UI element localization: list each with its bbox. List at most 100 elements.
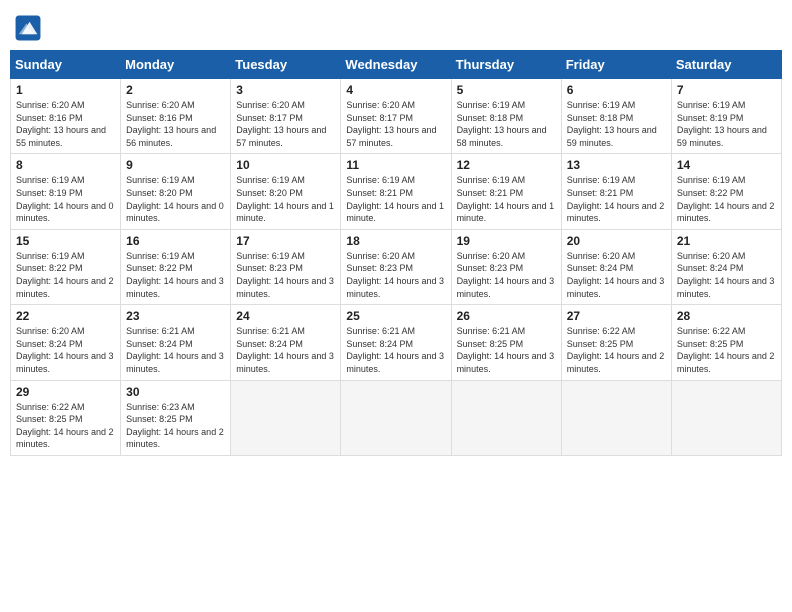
day-number: 9 <box>126 158 225 172</box>
table-row: 25 Sunrise: 6:21 AMSunset: 8:24 PMDayligh… <box>341 305 451 380</box>
calendar: Sunday Monday Tuesday Wednesday Thursday… <box>10 50 782 456</box>
table-row: 10 Sunrise: 6:19 AMSunset: 8:20 PMDayligh… <box>231 154 341 229</box>
day-number: 8 <box>16 158 115 172</box>
table-row: 17 Sunrise: 6:19 AMSunset: 8:23 PMDayligh… <box>231 229 341 304</box>
day-number: 5 <box>457 83 556 97</box>
day-number: 17 <box>236 234 335 248</box>
day-number: 27 <box>567 309 666 323</box>
col-tuesday: Tuesday <box>231 51 341 79</box>
day-info: Sunrise: 6:20 AMSunset: 8:16 PMDaylight:… <box>16 99 115 149</box>
day-info: Sunrise: 6:19 AMSunset: 8:19 PMDaylight:… <box>16 174 115 224</box>
day-info: Sunrise: 6:19 AMSunset: 8:21 PMDaylight:… <box>457 174 556 224</box>
table-row: 14Sunrise: 6:19 AMSunset: 8:22 PMDayligh… <box>671 154 781 229</box>
col-thursday: Thursday <box>451 51 561 79</box>
calendar-week-row: 22 Sunrise: 6:20 AMSunset: 8:24 PMDayligh… <box>11 305 782 380</box>
table-row: 2 Sunrise: 6:20 AMSunset: 8:16 PMDaylight… <box>121 79 231 154</box>
table-row: 5 Sunrise: 6:19 AMSunset: 8:18 PMDaylight… <box>451 79 561 154</box>
day-info: Sunrise: 6:19 AMSunset: 8:20 PMDaylight:… <box>236 174 335 224</box>
day-info: Sunrise: 6:20 AMSunset: 8:23 PMDaylight:… <box>457 250 556 300</box>
table-row: 6 Sunrise: 6:19 AMSunset: 8:18 PMDaylight… <box>561 79 671 154</box>
day-info: Sunrise: 6:19 AMSunset: 8:18 PMDaylight:… <box>457 99 556 149</box>
logo <box>14 14 46 42</box>
day-info: Sunrise: 6:20 AMSunset: 8:23 PMDaylight:… <box>346 250 445 300</box>
table-row <box>341 380 451 455</box>
day-number: 10 <box>236 158 335 172</box>
day-number: 25 <box>346 309 445 323</box>
day-info: Sunrise: 6:21 AMSunset: 8:24 PMDaylight:… <box>236 325 335 375</box>
day-info: Sunrise: 6:20 AMSunset: 8:17 PMDaylight:… <box>236 99 335 149</box>
day-number: 15 <box>16 234 115 248</box>
day-number: 29 <box>16 385 115 399</box>
table-row: 26 Sunrise: 6:21 AMSunset: 8:25 PMDayligh… <box>451 305 561 380</box>
table-row: 19Sunrise: 6:20 AMSunset: 8:23 PMDayligh… <box>451 229 561 304</box>
day-number: 3 <box>236 83 335 97</box>
col-monday: Monday <box>121 51 231 79</box>
calendar-week-row: 15 Sunrise: 6:19 AMSunset: 8:22 PMDayligh… <box>11 229 782 304</box>
day-info: Sunrise: 6:22 AMSunset: 8:25 PMDaylight:… <box>16 401 115 451</box>
day-number: 26 <box>457 309 556 323</box>
calendar-week-row: 29 Sunrise: 6:22 AMSunset: 8:25 PMDayligh… <box>11 380 782 455</box>
day-number: 2 <box>126 83 225 97</box>
day-info: Sunrise: 6:19 AMSunset: 8:20 PMDaylight:… <box>126 174 225 224</box>
day-info: Sunrise: 6:21 AMSunset: 8:24 PMDaylight:… <box>126 325 225 375</box>
table-row: 8 Sunrise: 6:19 AMSunset: 8:19 PMDaylight… <box>11 154 121 229</box>
table-row: 11 Sunrise: 6:19 AMSunset: 8:21 PMDayligh… <box>341 154 451 229</box>
calendar-week-row: 8 Sunrise: 6:19 AMSunset: 8:19 PMDaylight… <box>11 154 782 229</box>
day-info: Sunrise: 6:20 AMSunset: 8:24 PMDaylight:… <box>16 325 115 375</box>
day-number: 6 <box>567 83 666 97</box>
table-row <box>561 380 671 455</box>
table-row: 4Sunrise: 6:20 AMSunset: 8:17 PMDaylight… <box>341 79 451 154</box>
table-row: 1 Sunrise: 6:20 AMSunset: 8:16 PMDaylight… <box>11 79 121 154</box>
col-saturday: Saturday <box>671 51 781 79</box>
table-row: 18 Sunrise: 6:20 AMSunset: 8:23 PMDayligh… <box>341 229 451 304</box>
day-info: Sunrise: 6:19 AMSunset: 8:23 PMDaylight:… <box>236 250 335 300</box>
day-info: Sunrise: 6:19 AMSunset: 8:21 PMDaylight:… <box>567 174 666 224</box>
table-row: 23 Sunrise: 6:21 AMSunset: 8:24 PMDayligh… <box>121 305 231 380</box>
day-number: 24 <box>236 309 335 323</box>
day-number: 20 <box>567 234 666 248</box>
day-number: 13 <box>567 158 666 172</box>
day-number: 22 <box>16 309 115 323</box>
day-number: 16 <box>126 234 225 248</box>
table-row: 22 Sunrise: 6:20 AMSunset: 8:24 PMDayligh… <box>11 305 121 380</box>
table-row: 28 Sunrise: 6:22 AMSunset: 8:25 PMDayligh… <box>671 305 781 380</box>
table-row: 3 Sunrise: 6:20 AMSunset: 8:17 PMDaylight… <box>231 79 341 154</box>
day-info: Sunrise: 6:20 AMSunset: 8:24 PMDaylight:… <box>567 250 666 300</box>
table-row <box>451 380 561 455</box>
day-info: Sunrise: 6:21 AMSunset: 8:25 PMDaylight:… <box>457 325 556 375</box>
day-info: Sunrise: 6:20 AMSunset: 8:24 PMDaylight:… <box>677 250 776 300</box>
table-row: 24 Sunrise: 6:21 AMSunset: 8:24 PMDayligh… <box>231 305 341 380</box>
col-sunday: Sunday <box>11 51 121 79</box>
day-number: 21 <box>677 234 776 248</box>
day-info: Sunrise: 6:19 AMSunset: 8:21 PMDaylight:… <box>346 174 445 224</box>
day-info: Sunrise: 6:19 AMSunset: 8:22 PMDaylight:… <box>16 250 115 300</box>
day-info: Sunrise: 6:20 AMSunset: 8:16 PMDaylight:… <box>126 99 225 149</box>
day-info: Sunrise: 6:21 AMSunset: 8:24 PMDaylight:… <box>346 325 445 375</box>
table-row: 7Sunrise: 6:19 AMSunset: 8:19 PMDaylight… <box>671 79 781 154</box>
header <box>10 10 782 42</box>
table-row: 20 Sunrise: 6:20 AMSunset: 8:24 PMDayligh… <box>561 229 671 304</box>
table-row: 27 Sunrise: 6:22 AMSunset: 8:25 PMDayligh… <box>561 305 671 380</box>
day-info: Sunrise: 6:19 AMSunset: 8:18 PMDaylight:… <box>567 99 666 149</box>
day-info: Sunrise: 6:22 AMSunset: 8:25 PMDaylight:… <box>567 325 666 375</box>
table-row: 16Sunrise: 6:19 AMSunset: 8:22 PMDayligh… <box>121 229 231 304</box>
day-number: 1 <box>16 83 115 97</box>
table-row <box>231 380 341 455</box>
col-friday: Friday <box>561 51 671 79</box>
table-row <box>671 380 781 455</box>
table-row: 15 Sunrise: 6:19 AMSunset: 8:22 PMDayligh… <box>11 229 121 304</box>
day-info: Sunrise: 6:22 AMSunset: 8:25 PMDaylight:… <box>677 325 776 375</box>
calendar-week-row: 1 Sunrise: 6:20 AMSunset: 8:16 PMDaylight… <box>11 79 782 154</box>
table-row: 21 Sunrise: 6:20 AMSunset: 8:24 PMDayligh… <box>671 229 781 304</box>
day-info: Sunrise: 6:23 AMSunset: 8:25 PMDaylight:… <box>126 401 225 451</box>
table-row: 30 Sunrise: 6:23 AMSunset: 8:25 PMDayligh… <box>121 380 231 455</box>
table-row: 12Sunrise: 6:19 AMSunset: 8:21 PMDayligh… <box>451 154 561 229</box>
logo-icon <box>14 14 42 42</box>
table-row: 9 Sunrise: 6:19 AMSunset: 8:20 PMDaylight… <box>121 154 231 229</box>
calendar-header-row: Sunday Monday Tuesday Wednesday Thursday… <box>11 51 782 79</box>
day-number: 30 <box>126 385 225 399</box>
day-number: 23 <box>126 309 225 323</box>
day-number: 11 <box>346 158 445 172</box>
day-number: 18 <box>346 234 445 248</box>
day-number: 28 <box>677 309 776 323</box>
